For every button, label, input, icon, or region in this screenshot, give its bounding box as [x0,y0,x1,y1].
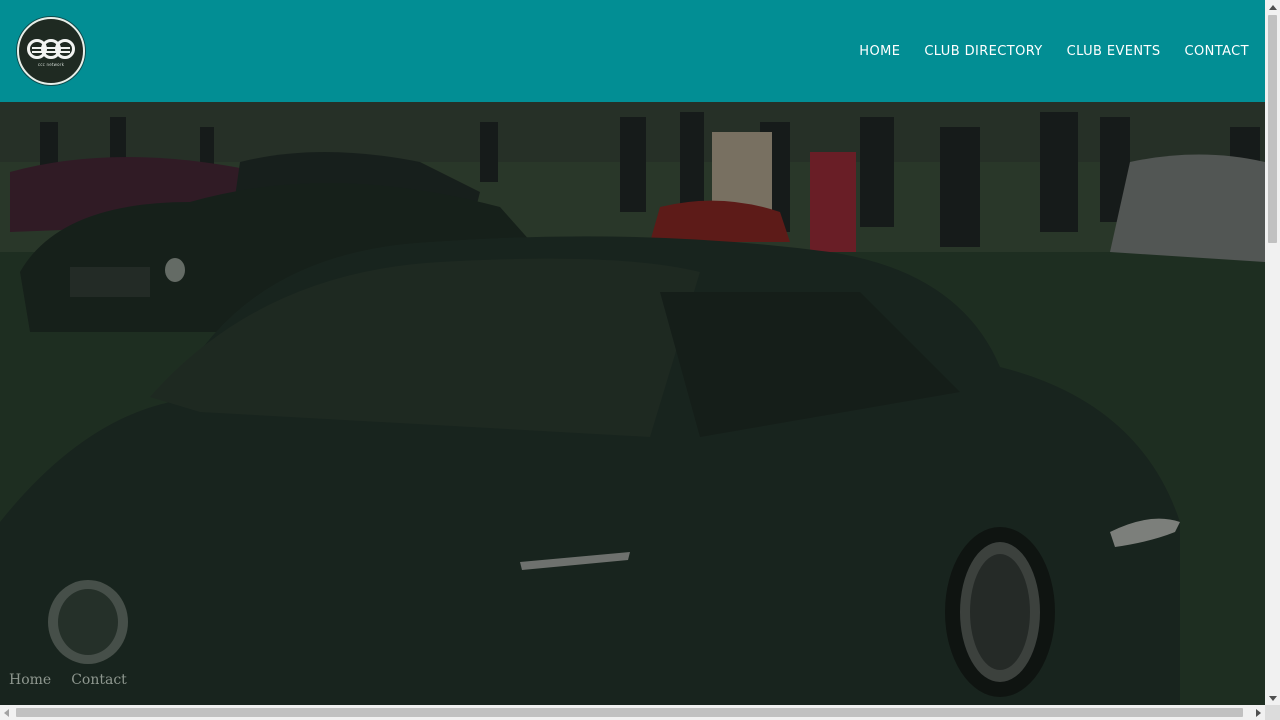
vertical-scroll-thumb[interactable] [1268,15,1277,243]
site-header: ccc network HOME CLUB DIRECTORY CLUB EVE… [0,0,1265,102]
site-logo[interactable]: ccc network [17,17,85,85]
hero-image [0,102,1265,705]
ccc-logo-icon [27,39,75,59]
main-nav: HOME CLUB DIRECTORY CLUB EVENTS CONTACT [835,44,1249,59]
horizontal-scrollbar[interactable] [0,705,1265,720]
scroll-right-arrow-icon[interactable] [1256,709,1261,717]
nav-club-events[interactable]: CLUB EVENTS [1067,44,1161,59]
scroll-up-arrow-icon[interactable] [1269,5,1277,10]
logo-tagline: ccc network [37,62,65,67]
scrollbar-corner [1265,705,1280,720]
scroll-down-arrow-icon[interactable] [1269,696,1277,701]
nav-home[interactable]: HOME [859,44,900,59]
vertical-scrollbar[interactable] [1265,0,1280,705]
scroll-left-arrow-icon[interactable] [4,709,9,717]
footer-home-link[interactable]: Home [9,672,51,688]
horizontal-scroll-thumb[interactable] [16,708,1243,717]
footer-contact-link[interactable]: Contact [71,672,127,688]
footer-links: Home Contact [9,672,147,688]
nav-contact[interactable]: CONTACT [1185,44,1249,59]
nav-club-directory[interactable]: CLUB DIRECTORY [924,44,1042,59]
